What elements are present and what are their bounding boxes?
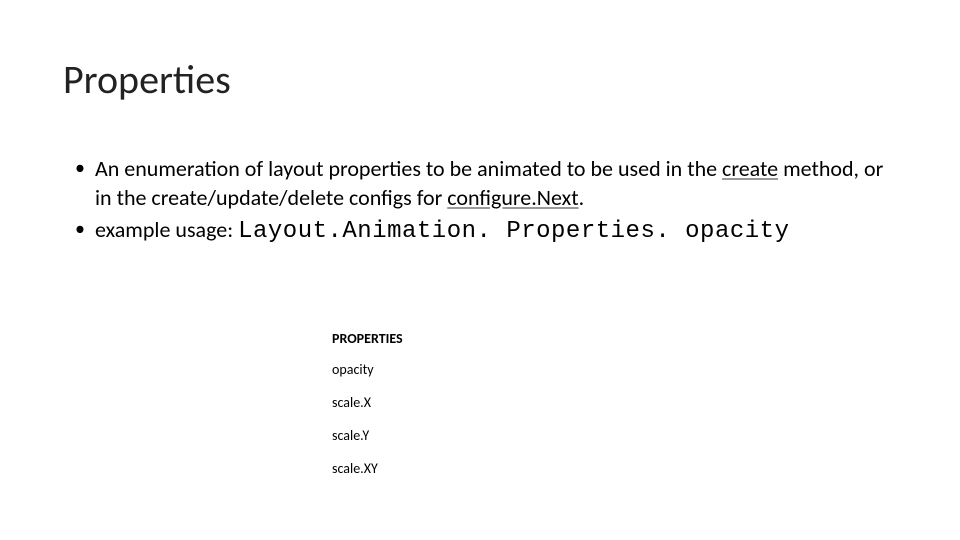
table-row: opacity [332,361,403,378]
slide-body: An enumeration of layout properties to b… [63,155,900,251]
example-code: Layout.Animation. Properties. opacity [238,218,789,245]
example-label: example usage: [95,216,238,243]
bullet-item: example usage: Layout.Animation. Propert… [63,216,900,247]
link-create[interactable]: create [722,155,778,182]
properties-table: PROPERTIES opacity scale.X scale.Y scale… [332,330,403,493]
bullet-item: An enumeration of layout properties to b… [63,155,900,212]
slide: Properties An enumeration of layout prop… [0,0,960,540]
link-configure-next[interactable]: configure.Next [447,184,578,211]
bullet-list: An enumeration of layout properties to b… [63,155,900,247]
table-row: scale.X [332,394,403,411]
table-row: scale.XY [332,460,403,477]
text-fragment: An enumeration of layout properties to b… [95,155,722,182]
slide-title: Properties [63,55,231,104]
table-header: PROPERTIES [332,330,403,347]
table-row: scale.Y [332,427,403,444]
text-fragment: . [579,184,585,211]
